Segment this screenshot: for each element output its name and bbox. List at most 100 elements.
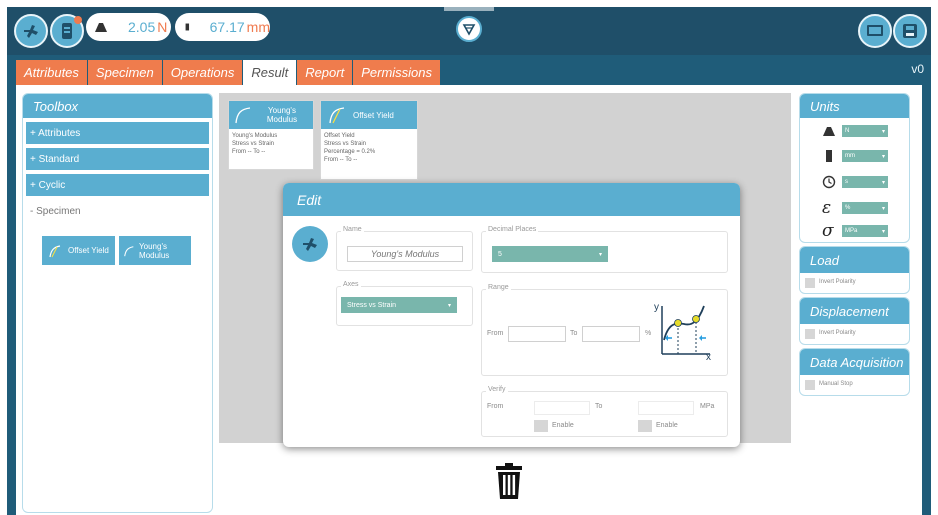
verify-to-input[interactable] xyxy=(638,401,694,415)
name-fieldset: Name Young's Modulus xyxy=(336,226,473,271)
position-unit: mm xyxy=(246,19,270,35)
toolbox-section-specimen[interactable]: - Specimen xyxy=(26,200,209,222)
curve-icon xyxy=(329,107,345,124)
position-value: 67.17 xyxy=(209,19,245,35)
manual-stop-label: Manual Stop xyxy=(819,381,853,387)
range-legend: Range xyxy=(486,284,511,291)
toolbox-section-cyclic[interactable]: + Cyclic xyxy=(26,174,209,196)
toolbox-section-attributes[interactable]: + Attributes xyxy=(26,122,209,144)
save-button[interactable] xyxy=(893,14,927,48)
result-tile-youngs-modulus[interactable]: Young's Modulus Young's Modulus Stress v… xyxy=(228,100,314,170)
tile-line: Percentage = 0.2% xyxy=(324,149,376,155)
name-legend: Name xyxy=(341,226,364,233)
load-invert-checkbox[interactable] xyxy=(805,278,815,288)
tab-attributes[interactable]: Attributes xyxy=(16,60,88,85)
monitor-icon xyxy=(867,25,883,36)
curve-icon xyxy=(124,245,134,256)
enable-label-1: Enable xyxy=(552,422,574,429)
unit-value: N xyxy=(845,128,850,134)
tab-specimen[interactable]: Specimen xyxy=(87,60,163,85)
unit-row-force: N ▾ xyxy=(822,125,888,137)
tab-result[interactable]: Result xyxy=(243,60,298,85)
displacement-invert-label: Invert Polarity xyxy=(819,330,856,336)
trash-icon xyxy=(496,463,522,499)
range-fieldset: Range From To % y x xyxy=(481,284,728,376)
enable-checkbox-1[interactable] xyxy=(534,420,548,432)
unit-row-time: s ▾ xyxy=(822,175,888,189)
toolbox-item-youngs-modulus[interactable]: Young's Modulus xyxy=(119,236,191,265)
curve-icon xyxy=(235,107,251,124)
result-tile-offset-yield[interactable]: Offset Yield Offset Yield Stress vs Stra… xyxy=(320,100,418,180)
delete-button[interactable] xyxy=(495,462,523,505)
range-graph-icon: y x xyxy=(654,302,711,360)
tile-title: Young's Modulus xyxy=(266,106,298,124)
displacement-invert-checkbox[interactable] xyxy=(805,329,815,339)
tile-line: Young's Modulus xyxy=(232,133,278,139)
tile-line: From -- To -- xyxy=(324,157,358,163)
home-button[interactable] xyxy=(14,14,48,48)
device-button[interactable] xyxy=(50,14,84,48)
edit-title: Edit xyxy=(283,183,740,216)
chevron-down-icon: ▾ xyxy=(881,228,885,235)
version-label: v0 xyxy=(911,62,924,76)
verify-from-input[interactable] xyxy=(534,401,590,415)
decimal-select[interactable]: 5 ▾ xyxy=(492,246,608,262)
unit-select-stress[interactable]: MPa ▾ xyxy=(842,225,888,237)
data-acquisition-title: Data Acquisition xyxy=(800,349,909,375)
notification-dot xyxy=(74,16,82,24)
decimal-legend: Decimal Places xyxy=(486,226,539,233)
chevron-down-icon: ▾ xyxy=(881,179,885,186)
tab-bar: Attributes Specimen Operations Result Re… xyxy=(16,60,442,85)
chevron-down-icon: ▾ xyxy=(447,302,451,309)
device-icon xyxy=(62,23,72,39)
range-from-input[interactable] xyxy=(508,326,566,342)
range-to-input[interactable] xyxy=(582,326,640,342)
displacement-title: Displacement xyxy=(800,298,909,324)
position-readout: 67.17 mm xyxy=(175,13,270,41)
decimal-select-value: 5 xyxy=(498,250,502,258)
tab-operations[interactable]: Operations xyxy=(162,60,244,85)
save-icon xyxy=(903,24,917,38)
axes-select[interactable]: Stress vs Strain ▾ xyxy=(341,297,457,313)
center-handle xyxy=(444,7,494,11)
load-panel: Load Invert Polarity xyxy=(799,246,910,294)
name-field[interactable]: Young's Modulus xyxy=(347,246,463,262)
chevron-down-icon: ▾ xyxy=(598,251,602,258)
unit-row-stress: σ MPa ▾ xyxy=(822,221,888,241)
edit-dialog: Edit Name Young's Modulus Axes Stress vs… xyxy=(283,183,740,447)
chevron-down-icon: ▾ xyxy=(881,205,885,212)
unit-value: s xyxy=(845,179,848,185)
load-title: Load xyxy=(800,247,909,273)
unit-value: % xyxy=(845,205,851,211)
enable-label-2: Enable xyxy=(656,422,678,429)
displacement-panel: Displacement Invert Polarity xyxy=(799,297,910,345)
unit-value: mm xyxy=(845,153,855,159)
toolbox-section-standard[interactable]: + Standard xyxy=(26,148,209,170)
tab-permissions[interactable]: Permissions xyxy=(353,60,442,85)
tile-line: Stress vs Strain xyxy=(232,141,275,147)
enable-checkbox-2[interactable] xyxy=(638,420,652,432)
screen-button[interactable] xyxy=(858,14,892,48)
unit-select-position[interactable]: mm ▾ xyxy=(842,150,888,162)
unit-select-strain[interactable]: % ▾ xyxy=(842,202,888,214)
unit-select-time[interactable]: s ▾ xyxy=(842,176,888,188)
force-readout: 2.05 N xyxy=(86,13,171,41)
toolbox-item-label: Offset Yield xyxy=(68,246,109,255)
manual-stop-checkbox[interactable] xyxy=(805,380,815,390)
axes-select-value: Stress vs Strain xyxy=(347,301,397,309)
weight-icon xyxy=(95,23,107,32)
unit-select-force[interactable]: N ▾ xyxy=(842,125,888,137)
toolbox-title: Toolbox xyxy=(23,94,212,118)
filter-button[interactable] xyxy=(456,16,482,42)
toolbox-item-offset-yield[interactable]: Offset Yield xyxy=(42,236,115,265)
graph-y-label: y xyxy=(654,302,659,313)
unit-row-position: mm ▾ xyxy=(822,150,888,162)
toolbox-item-label: Young's Modulus xyxy=(139,241,170,260)
chevron-down-icon: ▾ xyxy=(881,128,885,135)
range-from-label: From xyxy=(487,330,504,337)
decimal-fieldset: Decimal Places 5 ▾ xyxy=(481,226,728,273)
tile-line: Offset Yield xyxy=(324,133,355,139)
units-title: Units xyxy=(800,94,909,118)
tab-report[interactable]: Report xyxy=(297,60,354,85)
load-invert-label: Invert Polarity xyxy=(819,279,856,285)
